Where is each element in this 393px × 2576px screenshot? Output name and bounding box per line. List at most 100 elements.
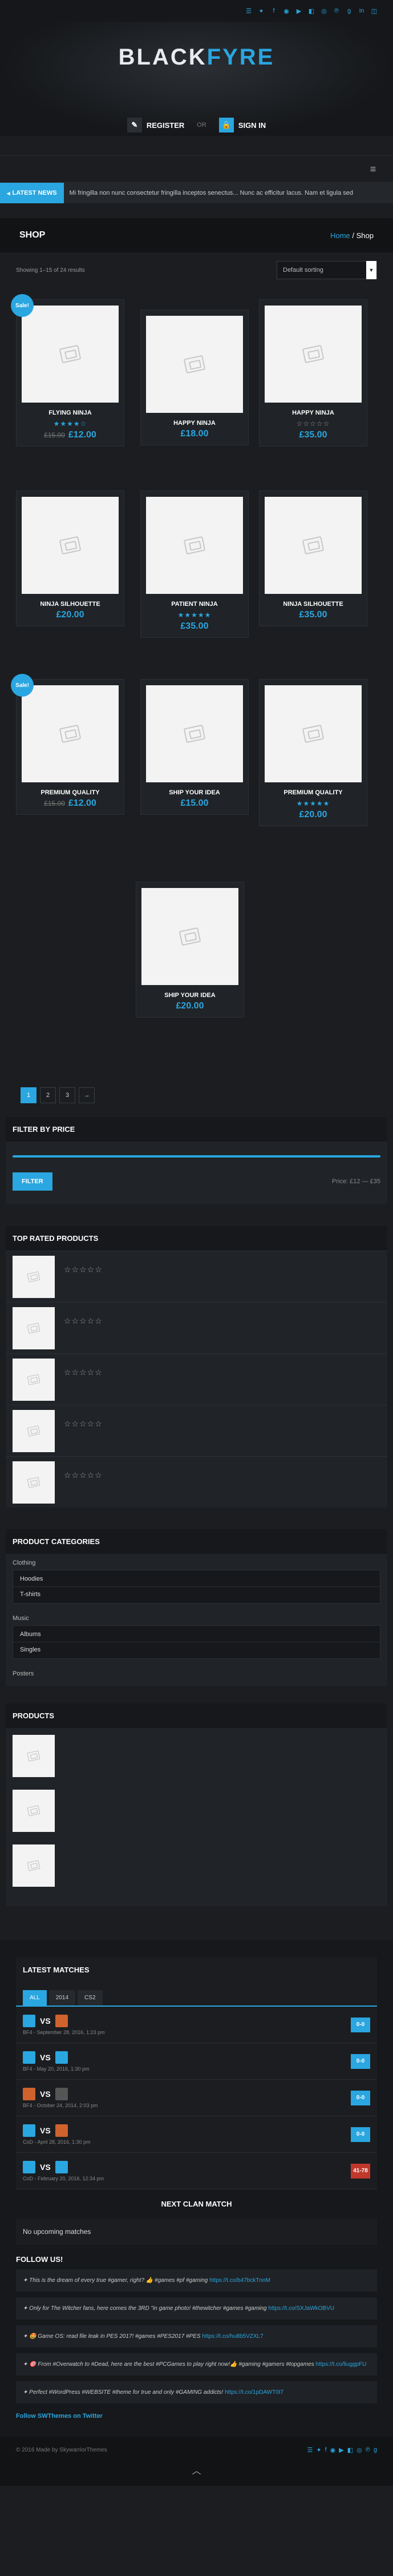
product-card[interactable]: SHIP YOUR IDEA £20.00 xyxy=(136,882,244,1018)
product-thumbnail[interactable] xyxy=(13,1844,55,1887)
register-button[interactable]: ✎ REGISTER xyxy=(120,113,191,137)
product-image[interactable] xyxy=(265,497,362,594)
product-name[interactable]: SHIP YOUR IDEA xyxy=(141,789,248,796)
tweet-link[interactable]: https://t.co/hu8b5VZXL7 xyxy=(202,2333,263,2340)
follow-on-twitter-link[interactable]: Follow SWThemes on Twitter xyxy=(16,2409,377,2431)
product-image[interactable] xyxy=(146,497,243,594)
product-name[interactable]: HAPPY NINJA xyxy=(260,409,367,416)
match-row[interactable]: VS CoD - April 28, 2016, 1:30 pm 0-0 xyxy=(16,2116,377,2153)
product-card[interactable]: Sale! FLYING NINJA ★★★★☆ £15.00 £12.00 xyxy=(11,294,124,447)
page-2[interactable]: 2 xyxy=(40,1087,56,1103)
product-name[interactable]: SHIP YOUR IDEA xyxy=(136,992,244,999)
category-music[interactable]: Music xyxy=(13,1615,380,1622)
product-card[interactable]: SHIP YOUR IDEA £15.00 xyxy=(140,679,249,815)
list-item[interactable]: ☆☆☆☆☆ xyxy=(6,1251,387,1302)
page-3[interactable]: 3 xyxy=(59,1087,75,1103)
product-thumbnail[interactable] xyxy=(13,1409,55,1452)
steam-icon[interactable]: ◉ xyxy=(281,6,291,16)
filter-button[interactable]: FILTER xyxy=(13,1172,52,1191)
product-image[interactable] xyxy=(265,685,362,782)
tweet-link[interactable]: https://t.co/SXJaWkOBVU xyxy=(268,2305,334,2312)
page-1[interactable]: 1 xyxy=(21,1087,37,1103)
site-logo[interactable]: BLACKFYRE xyxy=(0,45,393,70)
product-name[interactable]: PREMIUM QUALITY xyxy=(260,789,367,796)
next-page-arrow-icon[interactable]: → xyxy=(79,1087,95,1103)
match-row[interactable]: VS BF4 - October 24, 2014, 2:03 pm 0-0 xyxy=(16,2080,377,2116)
tab-2014[interactable]: 2014 xyxy=(48,1990,76,2006)
product-thumbnail[interactable] xyxy=(13,1461,55,1504)
linkedin-icon[interactable]: in xyxy=(356,6,367,16)
product-thumbnail[interactable] xyxy=(13,1735,55,1777)
product-image[interactable] xyxy=(146,316,243,413)
tab-all[interactable]: ALL xyxy=(23,1990,47,2006)
product-name[interactable]: NINJA SILHOUETTE xyxy=(17,601,124,608)
match-row[interactable]: VS CoD - February 20, 2016, 12:34 pm 41-7… xyxy=(16,2153,377,2189)
list-item[interactable]: ☆☆☆☆☆ xyxy=(6,1456,387,1508)
facebook-icon[interactable]: f xyxy=(269,6,279,16)
product-card[interactable]: Sale! PREMIUM QUALITY £15.00 £12.00 xyxy=(11,674,124,815)
product-thumbnail[interactable] xyxy=(13,1255,55,1298)
twitch-icon[interactable]: ◧ xyxy=(306,6,317,16)
category-tshirts[interactable]: T-shirts xyxy=(13,1587,380,1602)
product-image[interactable] xyxy=(141,888,238,985)
ticker-text[interactable]: Mi fringilla non nunc consectetur fringi… xyxy=(64,190,354,196)
pinterest-icon[interactable]: ℗ xyxy=(366,2446,370,2454)
signin-button[interactable]: 🔒 SIGN IN xyxy=(212,113,273,137)
dribbble-icon[interactable]: ◎ xyxy=(356,2446,362,2454)
product-name[interactable]: NINJA SILHOUETTE xyxy=(260,601,367,608)
category-albums[interactable]: Albums xyxy=(13,1627,380,1642)
facebook-icon[interactable]: f xyxy=(325,2446,327,2454)
product-image[interactable] xyxy=(265,306,362,403)
category-singles[interactable]: Singles xyxy=(13,1642,380,1657)
youtube-icon[interactable]: ▶ xyxy=(294,6,304,16)
product-card[interactable]: HAPPY NINJA £18.00 xyxy=(140,310,249,445)
dribbble-icon[interactable]: ◎ xyxy=(319,6,329,16)
category-posters[interactable]: Posters xyxy=(13,1670,380,1677)
google-plus-icon[interactable]: g xyxy=(374,2446,377,2454)
list-item[interactable]: ☆☆☆☆☆ xyxy=(6,1405,387,1456)
hamburger-menu-icon[interactable]: ≡ xyxy=(367,163,379,175)
category-hoodies[interactable]: Hoodies xyxy=(13,1572,380,1587)
product-card[interactable]: PATIENT NINJA ★★★★★ £35.00 xyxy=(140,491,249,638)
rss-icon[interactable]: ☰ xyxy=(244,6,254,16)
product-card[interactable]: NINJA SILHOUETTE £20.00 xyxy=(16,491,124,626)
product-image[interactable] xyxy=(22,497,119,594)
steam-icon[interactable]: ◉ xyxy=(330,2446,336,2454)
product-image[interactable] xyxy=(22,685,119,782)
product-thumbnail[interactable] xyxy=(13,1790,55,1832)
category-clothing[interactable]: Clothing xyxy=(13,1560,380,1566)
match-row[interactable]: VS BF4 - September 28, 2016, 1:23 pm 0-0 xyxy=(16,2007,377,2043)
product-card[interactable]: NINJA SILHOUETTE £35.00 xyxy=(259,491,367,626)
product-card[interactable]: HAPPY NINJA ☆☆☆☆☆ £35.00 xyxy=(259,299,367,447)
twitter-icon[interactable]: ✦ xyxy=(256,6,266,16)
match-row[interactable]: VS BF4 - May 20, 2016, 1:30 pm 0-0 xyxy=(16,2043,377,2080)
list-item[interactable]: ☆☆☆☆☆ xyxy=(6,1353,387,1405)
twitter-icon[interactable]: ✦ xyxy=(316,2446,321,2454)
product-name[interactable]: HAPPY NINJA xyxy=(141,420,248,427)
product-thumbnail[interactable] xyxy=(13,1307,55,1349)
tab-cs2[interactable]: CS2 xyxy=(78,1990,103,2006)
product-card[interactable]: PREMIUM QUALITY ★★★★★ £20.00 xyxy=(259,679,367,826)
breadcrumb-home[interactable]: Home xyxy=(330,231,350,240)
product-name[interactable]: PREMIUM QUALITY xyxy=(17,789,124,796)
sort-select[interactable]: Default sorting ▼ xyxy=(277,261,377,279)
rss-icon[interactable]: ☰ xyxy=(307,2446,313,2454)
pinterest-icon[interactable]: ℗ xyxy=(331,6,342,16)
twitch-icon[interactable]: ◧ xyxy=(347,2446,353,2454)
product-thumbnail[interactable] xyxy=(13,1358,55,1401)
youtube-icon[interactable]: ▶ xyxy=(339,2446,343,2454)
back-to-top-chevron-up-icon[interactable]: ︿ xyxy=(0,2463,393,2486)
product-image[interactable] xyxy=(22,306,119,403)
price-range-slider[interactable] xyxy=(13,1155,380,1158)
tweet-link[interactable]: https://t.co/1pDAWT0I7 xyxy=(225,2389,283,2396)
subcategory-list: Albums Singles xyxy=(13,1625,380,1659)
tweet-link[interactable]: https://t.co/liuggpFU xyxy=(316,2361,367,2368)
instagram-icon[interactable]: ◫ xyxy=(369,6,379,16)
product-name[interactable]: FLYING NINJA xyxy=(17,409,124,416)
tweet-link[interactable]: https://t.co/b47bckTnnM xyxy=(209,2277,270,2284)
product-image[interactable] xyxy=(146,685,243,782)
image-placeholder-icon xyxy=(59,344,82,364)
product-name[interactable]: PATIENT NINJA xyxy=(141,601,248,608)
google-plus-icon[interactable]: g xyxy=(344,6,354,16)
list-item[interactable]: ☆☆☆☆☆ xyxy=(6,1302,387,1353)
